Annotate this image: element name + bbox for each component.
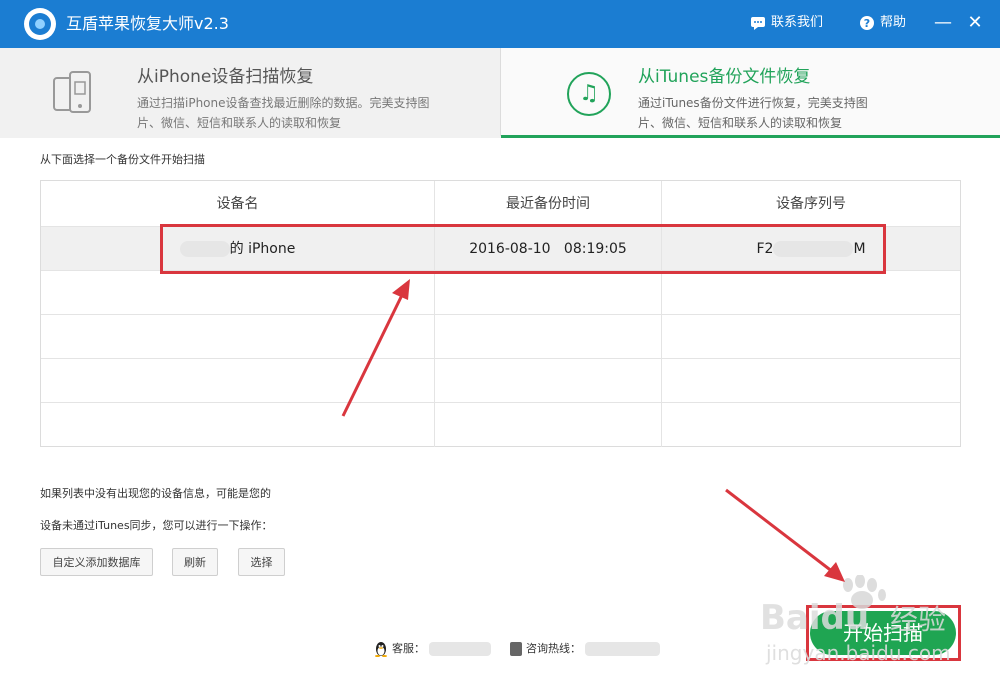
qq-penguin-icon — [375, 642, 387, 657]
help-label: 帮助 — [880, 15, 907, 30]
table-row — [41, 271, 960, 315]
app-logo-icon — [24, 8, 56, 40]
annotation-highlight-row — [160, 224, 886, 274]
tab-itunes-backup-desc: 通过iTunes备份文件进行恢复，完美支持图片、微信、短信和联系人的读取和恢复 — [638, 96, 868, 130]
custom-add-database-button[interactable]: 自定义添加数据库 — [40, 548, 153, 576]
backup-table: 设备名 最近备份时间 设备序列号 的 iPhone 2016-08-10 08:… — [40, 180, 961, 447]
phone-scan-icon — [53, 71, 91, 113]
app-title: 互盾苹果恢复大师v2.3 — [66, 14, 229, 33]
title-bar: 互盾苹果恢复大师v2.3 联系我们 ? 帮助 — ✕ — [0, 0, 1000, 48]
contact-us-label: 联系我们 — [771, 15, 824, 30]
customer-service: 客服： — [374, 641, 491, 657]
music-note-icon: ♫ — [567, 72, 611, 116]
customer-service-label: 客服： — [392, 642, 425, 655]
mode-tabs: 从iPhone设备扫描恢复 通过扫描iPhone设备查找最近删除的数据。完美支持… — [0, 48, 1000, 138]
annotation-highlight-start — [806, 605, 961, 661]
column-header-serial: 设备序列号 — [776, 196, 846, 212]
table-row — [41, 359, 960, 403]
close-button[interactable]: ✕ — [964, 12, 986, 34]
column-header-backup-time: 最近备份时间 — [435, 181, 662, 226]
missing-device-note-line2: 设备未通过iTunes同步，您可以进行一下操作： — [40, 519, 273, 532]
chat-icon — [751, 17, 765, 30]
missing-device-note-line1: 如果列表中没有出现您的设备信息，可能是您的 — [40, 487, 271, 500]
tab-scan-iphone[interactable]: 从iPhone设备扫描恢复 通过扫描iPhone设备查找最近删除的数据。完美支持… — [0, 48, 501, 136]
tab-itunes-backup[interactable]: ♫ 从iTunes备份文件恢复 通过iTunes备份文件进行恢复，完美支持图片、… — [501, 48, 1000, 138]
help-link[interactable]: ? 帮助 — [859, 14, 906, 32]
tab-scan-iphone-title: 从iPhone设备扫描恢复 — [137, 67, 314, 87]
hotline-label: 咨询热线： — [526, 642, 581, 655]
select-backup-hint: 从下面选择一个备份文件开始扫描 — [40, 153, 205, 166]
refresh-button[interactable]: 刷新 — [172, 548, 218, 576]
table-row — [41, 315, 960, 359]
minimize-button[interactable]: — — [932, 12, 954, 34]
contact-us-link[interactable]: 联系我们 — [750, 14, 823, 32]
select-button[interactable]: 选择 — [238, 548, 285, 576]
column-header-device-name: 设备名 — [41, 181, 435, 226]
table-header: 设备名 最近备份时间 设备序列号 — [41, 181, 960, 227]
table-row — [41, 403, 960, 447]
redacted-service-number — [429, 642, 491, 656]
hotline: 咨询热线： — [510, 641, 660, 657]
redacted-hotline-number — [585, 642, 660, 656]
tab-itunes-backup-title: 从iTunes备份文件恢复 — [638, 67, 811, 87]
phone-icon — [510, 642, 522, 656]
svg-text:?: ? — [864, 17, 870, 30]
tab-scan-iphone-desc: 通过扫描iPhone设备查找最近删除的数据。完美支持图片、微信、短信和联系人的读… — [137, 96, 430, 130]
help-icon: ? — [860, 16, 874, 30]
